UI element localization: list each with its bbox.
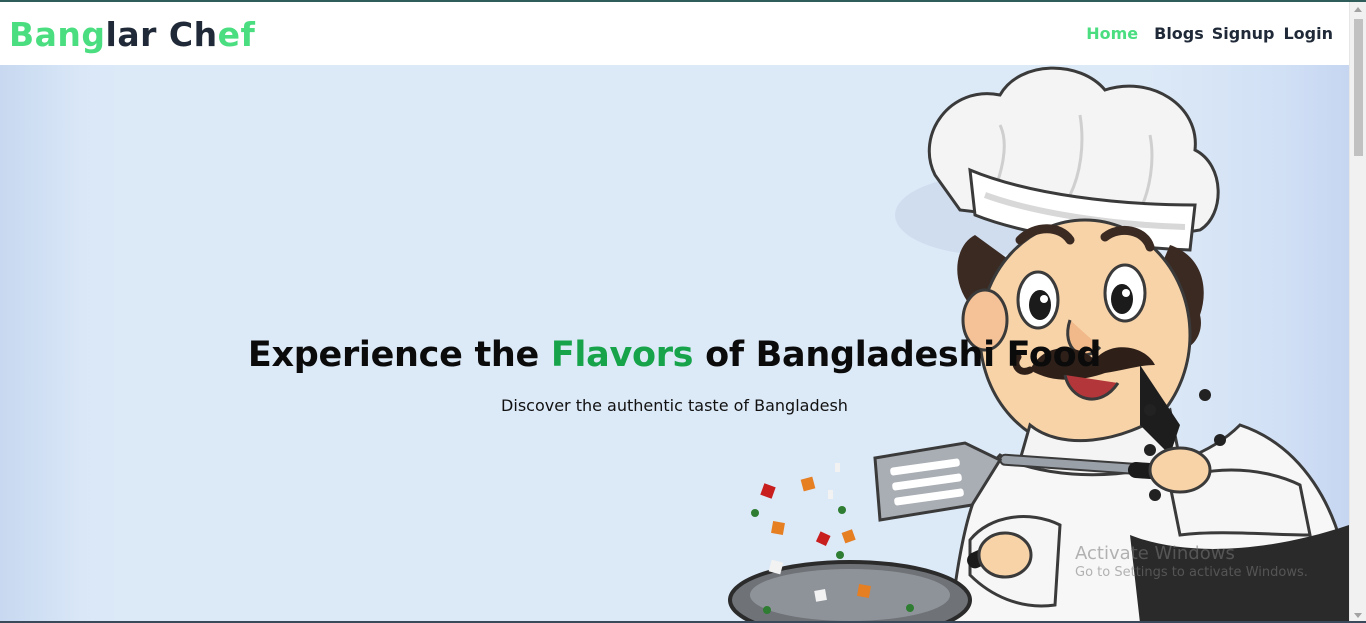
- browser-viewport: Banglar Chef Home Blogs Signup Login Exp…: [0, 0, 1366, 623]
- brand-part-4: ef: [217, 15, 256, 54]
- brand-part-1: Bang: [9, 15, 106, 54]
- hero-section: Experience the Flavors of Bangladeshi Fo…: [0, 65, 1349, 623]
- nav-login-link[interactable]: Login: [1283, 24, 1333, 43]
- watermark-title: Activate Windows: [1075, 543, 1235, 564]
- vertical-scrollbar[interactable]: [1349, 2, 1366, 623]
- brand-part-3: Ch: [156, 15, 218, 54]
- watermark-subtitle: Go to Settings to activate Windows.: [1075, 564, 1308, 580]
- nav-blogs-link[interactable]: Blogs: [1154, 24, 1204, 43]
- brand-logo[interactable]: Banglar Chef: [9, 18, 255, 51]
- hero-title: Experience the Flavors of Bangladeshi Fo…: [0, 335, 1349, 375]
- activate-windows-watermark: Activate Windows Go to Settings to activ…: [1075, 544, 1308, 580]
- nav-signup-link[interactable]: Signup: [1212, 24, 1275, 43]
- brand-part-2: lar: [105, 15, 157, 54]
- scroll-down-arrow-icon[interactable]: [1354, 613, 1362, 618]
- navbar: Banglar Chef Home Blogs Signup Login: [0, 2, 1349, 65]
- hero-title-post: of Bangladeshi Food: [693, 335, 1102, 375]
- scrollbar-thumb[interactable]: [1354, 19, 1363, 156]
- hero-subtitle: Discover the authentic taste of Banglade…: [501, 396, 848, 415]
- hero-title-pre: Experience the: [247, 335, 551, 375]
- nav-home-link[interactable]: Home: [1086, 24, 1138, 43]
- scroll-up-arrow-icon[interactable]: [1354, 7, 1362, 12]
- hero-title-accent: Flavors: [550, 335, 694, 375]
- nav-links: Home Blogs Signup Login: [1086, 24, 1333, 43]
